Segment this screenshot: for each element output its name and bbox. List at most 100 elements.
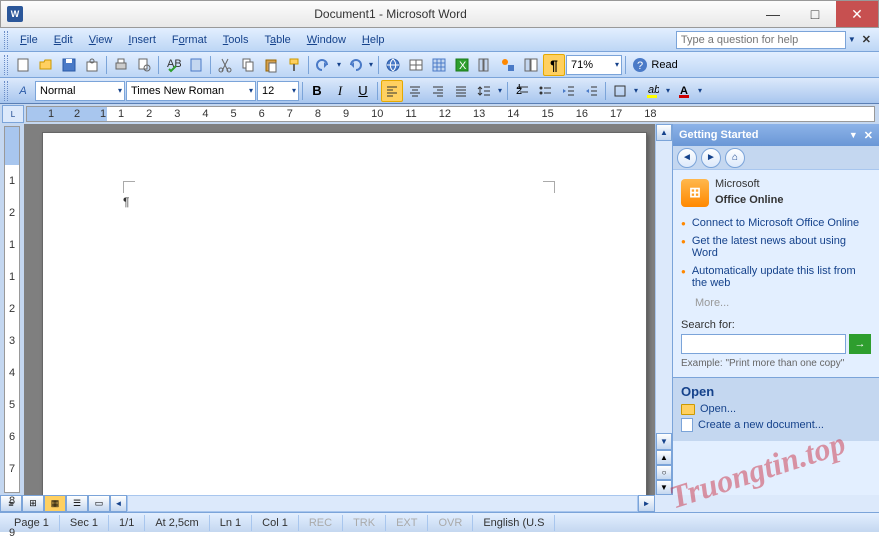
more-link[interactable]: More... xyxy=(695,297,871,309)
paste-button[interactable] xyxy=(260,54,282,76)
copy-button[interactable] xyxy=(237,54,259,76)
taskpane-link[interactable]: Connect to Microsoft Office Online xyxy=(681,217,871,229)
styles-pane-button[interactable]: A xyxy=(12,80,34,102)
status-ext[interactable]: EXT xyxy=(386,515,428,531)
menu-file[interactable]: File xyxy=(12,31,46,49)
vertical-scrollbar[interactable]: ▲ ▼ ▲ ○ ▼ xyxy=(655,124,672,495)
line-spacing-dropdown-icon[interactable]: ▾ xyxy=(498,86,502,95)
print-layout-view-button[interactable]: ▦ xyxy=(44,495,66,512)
doc-map-button[interactable] xyxy=(520,54,542,76)
taskpane-home-button[interactable]: ⌂ xyxy=(725,148,745,168)
undo-button[interactable] xyxy=(312,54,334,76)
status-rec[interactable]: REC xyxy=(299,515,343,531)
bold-button[interactable]: B xyxy=(306,80,328,102)
insert-table-button[interactable] xyxy=(428,54,450,76)
font-color-dropdown-icon[interactable]: ▾ xyxy=(698,86,702,95)
menu-help[interactable]: Help xyxy=(354,31,393,49)
reading-view-button[interactable]: ▭ xyxy=(88,495,110,512)
prev-page-button[interactable]: ▲ xyxy=(656,450,672,465)
browse-object-button[interactable]: ○ xyxy=(656,465,672,480)
horizontal-scroll-track[interactable] xyxy=(127,495,638,512)
cut-button[interactable] xyxy=(214,54,236,76)
maximize-button[interactable]: □ xyxy=(794,1,836,27)
format-painter-button[interactable] xyxy=(283,54,305,76)
taskpane-link[interactable]: Automatically update this list from the … xyxy=(681,265,871,289)
redo-dropdown-icon[interactable]: ▾ xyxy=(369,60,373,69)
outline-view-button[interactable]: ☰ xyxy=(66,495,88,512)
italic-button[interactable]: I xyxy=(329,80,351,102)
scroll-left-button[interactable]: ◄ xyxy=(110,495,127,512)
hyperlink-button[interactable] xyxy=(382,54,404,76)
menu-view[interactable]: View xyxy=(81,31,121,49)
new-doc-button[interactable] xyxy=(12,54,34,76)
menu-table[interactable]: Table xyxy=(256,31,298,49)
research-button[interactable] xyxy=(185,54,207,76)
status-ovr[interactable]: OVR xyxy=(428,515,473,531)
align-center-button[interactable] xyxy=(404,80,426,102)
tables-borders-button[interactable] xyxy=(405,54,427,76)
scroll-up-button[interactable]: ▲ xyxy=(656,124,672,141)
status-trk[interactable]: TRK xyxy=(343,515,386,531)
taskpane-back-button[interactable]: ◄ xyxy=(677,148,697,168)
taskpane-close-button[interactable]: ✕ xyxy=(864,129,873,142)
toolbar-handle[interactable] xyxy=(4,55,8,75)
font-color-button[interactable]: A xyxy=(673,80,695,102)
borders-button[interactable] xyxy=(609,80,631,102)
print-preview-button[interactable] xyxy=(133,54,155,76)
search-input[interactable] xyxy=(681,334,846,354)
read-mode-button[interactable]: Read xyxy=(652,54,674,76)
doc-close-button[interactable]: ✕ xyxy=(862,33,871,46)
taskpane-link[interactable]: Get the latest news about using Word xyxy=(681,235,871,259)
tab-selector[interactable]: L xyxy=(2,105,24,123)
toolbar-handle[interactable] xyxy=(4,81,8,101)
search-go-button[interactable]: → xyxy=(849,334,871,354)
help-button[interactable]: ? xyxy=(629,54,651,76)
document-area[interactable]: ¶ xyxy=(24,124,655,495)
page[interactable]: ¶ xyxy=(42,132,647,495)
toolbar-handle[interactable] xyxy=(4,31,8,49)
bullets-button[interactable] xyxy=(534,80,556,102)
show-hide-button[interactable]: ¶ xyxy=(543,54,565,76)
highlight-button[interactable]: ab xyxy=(641,80,663,102)
undo-dropdown-icon[interactable]: ▾ xyxy=(337,60,341,69)
menu-window[interactable]: Window xyxy=(299,31,354,49)
status-language[interactable]: English (U.S xyxy=(473,515,555,531)
horizontal-ruler[interactable]: 121123456789101112131415161718 xyxy=(26,106,875,122)
align-left-button[interactable] xyxy=(381,80,403,102)
permission-button[interactable] xyxy=(81,54,103,76)
scroll-down-button[interactable]: ▼ xyxy=(656,433,672,450)
menu-edit[interactable]: Edit xyxy=(46,31,81,49)
open-button[interactable] xyxy=(35,54,57,76)
numbering-button[interactable]: 12 xyxy=(511,80,533,102)
minimize-button[interactable]: — xyxy=(752,1,794,27)
create-document-link[interactable]: Create a new document... xyxy=(681,418,871,432)
menu-insert[interactable]: Insert xyxy=(120,31,164,49)
font-combo[interactable]: Times New Roman▾ xyxy=(126,81,256,101)
help-dropdown-icon[interactable]: ▼ xyxy=(848,35,856,44)
style-combo[interactable]: Normal▾ xyxy=(35,81,125,101)
justify-button[interactable] xyxy=(450,80,472,102)
increase-indent-button[interactable] xyxy=(580,80,602,102)
save-button[interactable] xyxy=(58,54,80,76)
align-right-button[interactable] xyxy=(427,80,449,102)
highlight-dropdown-icon[interactable]: ▾ xyxy=(666,86,670,95)
columns-button[interactable] xyxy=(474,54,496,76)
zoom-combo[interactable]: 71%▾ xyxy=(566,55,622,75)
taskpane-forward-button[interactable]: ► xyxy=(701,148,721,168)
font-size-combo[interactable]: 12▾ xyxy=(257,81,299,101)
line-spacing-button[interactable] xyxy=(473,80,495,102)
drawing-button[interactable] xyxy=(497,54,519,76)
spellcheck-button[interactable]: ABC xyxy=(162,54,184,76)
close-button[interactable]: ✕ xyxy=(836,1,878,27)
open-link[interactable]: Open... xyxy=(681,403,871,415)
menu-format[interactable]: Format xyxy=(164,31,215,49)
help-search-input[interactable] xyxy=(676,31,846,49)
vertical-ruler[interactable]: 121123456789 xyxy=(4,126,20,493)
next-page-button[interactable]: ▼ xyxy=(656,480,672,495)
excel-button[interactable]: X xyxy=(451,54,473,76)
menu-tools[interactable]: Tools xyxy=(215,31,257,49)
borders-dropdown-icon[interactable]: ▾ xyxy=(634,86,638,95)
underline-button[interactable]: U xyxy=(352,80,374,102)
taskpane-dropdown-icon[interactable]: ▼ xyxy=(849,130,858,140)
decrease-indent-button[interactable] xyxy=(557,80,579,102)
